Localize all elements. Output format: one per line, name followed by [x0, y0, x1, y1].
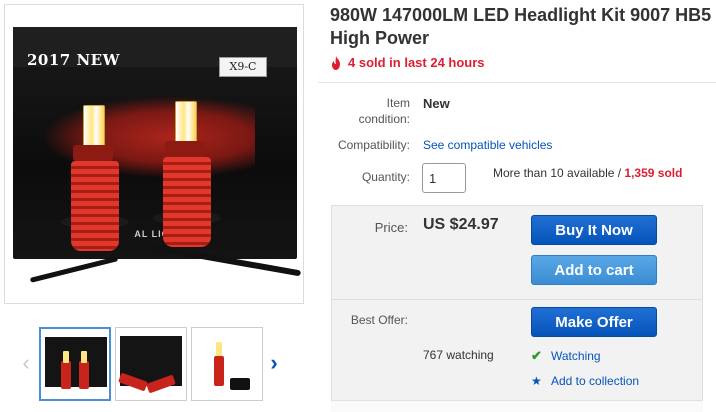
available-text: More than 10 available /	[493, 166, 625, 180]
sold-recent-text: 4 sold in last 24 hours	[348, 55, 485, 70]
title-line-1: 980W 147000LM LED Headlight Kit 9007 HB5	[330, 5, 712, 25]
watching-link[interactable]: ✔ Watching	[531, 348, 601, 364]
add-to-cart-button[interactable]: Add to cart	[531, 255, 657, 285]
panel-bottom-strip	[331, 400, 703, 412]
availability-info: More than 10 available / 1,359 sold	[493, 166, 682, 180]
main-product-image[interactable]: 2017 NEW X9-C AL LIGHT M	[4, 4, 304, 304]
product-photo: 2017 NEW X9-C AL LIGHT M	[5, 5, 303, 303]
product-title: 980W 147000LM LED Headlight Kit 9007 HB5…	[330, 4, 716, 50]
purchase-panel-divider	[331, 299, 703, 300]
compatible-vehicles-link[interactable]: See compatible vehicles	[423, 138, 552, 152]
title-line-2: High Power	[330, 28, 430, 48]
watching-link-label: Watching	[551, 349, 601, 363]
add-to-collection-link[interactable]: ★ Add to collection	[531, 374, 639, 388]
buy-it-now-button[interactable]: Buy It Now	[531, 215, 657, 245]
price-label: Price:	[374, 220, 408, 235]
price-value: US $24.97	[423, 216, 499, 233]
quantity-label: Quantity:	[361, 170, 410, 184]
check-icon: ✔	[531, 348, 542, 363]
condition-value: New	[423, 96, 450, 111]
recent-sales-alert: 4 sold in last 24 hours	[330, 55, 485, 70]
add-to-collection-label: Add to collection	[551, 374, 640, 388]
box-model-label: X9-C	[219, 57, 267, 77]
chevron-right-icon[interactable]: ›	[266, 349, 282, 377]
make-offer-button[interactable]: Make Offer	[531, 307, 657, 337]
watching-count: 767 watching	[423, 348, 494, 362]
quantity-input[interactable]	[422, 163, 466, 193]
thumbnail-1[interactable]	[39, 327, 111, 401]
condition-label: Item condition:	[358, 96, 410, 126]
fire-icon	[332, 55, 340, 70]
thumbnail-3[interactable]	[191, 327, 263, 401]
chevron-left-icon[interactable]: ‹	[18, 349, 34, 377]
compatibility-label: Compatibility:	[337, 138, 410, 152]
thumbnail-2[interactable]	[115, 327, 187, 401]
box-year-text: 2017 NEW	[27, 51, 120, 69]
thumbnail-strip: ‹ ›	[16, 325, 306, 405]
star-icon: ★	[531, 374, 542, 388]
bulb-cable-left	[29, 256, 119, 283]
best-offer-label: Best Offer:	[350, 313, 408, 327]
section-divider	[318, 82, 716, 83]
sold-count: 1,359 sold	[624, 166, 683, 180]
